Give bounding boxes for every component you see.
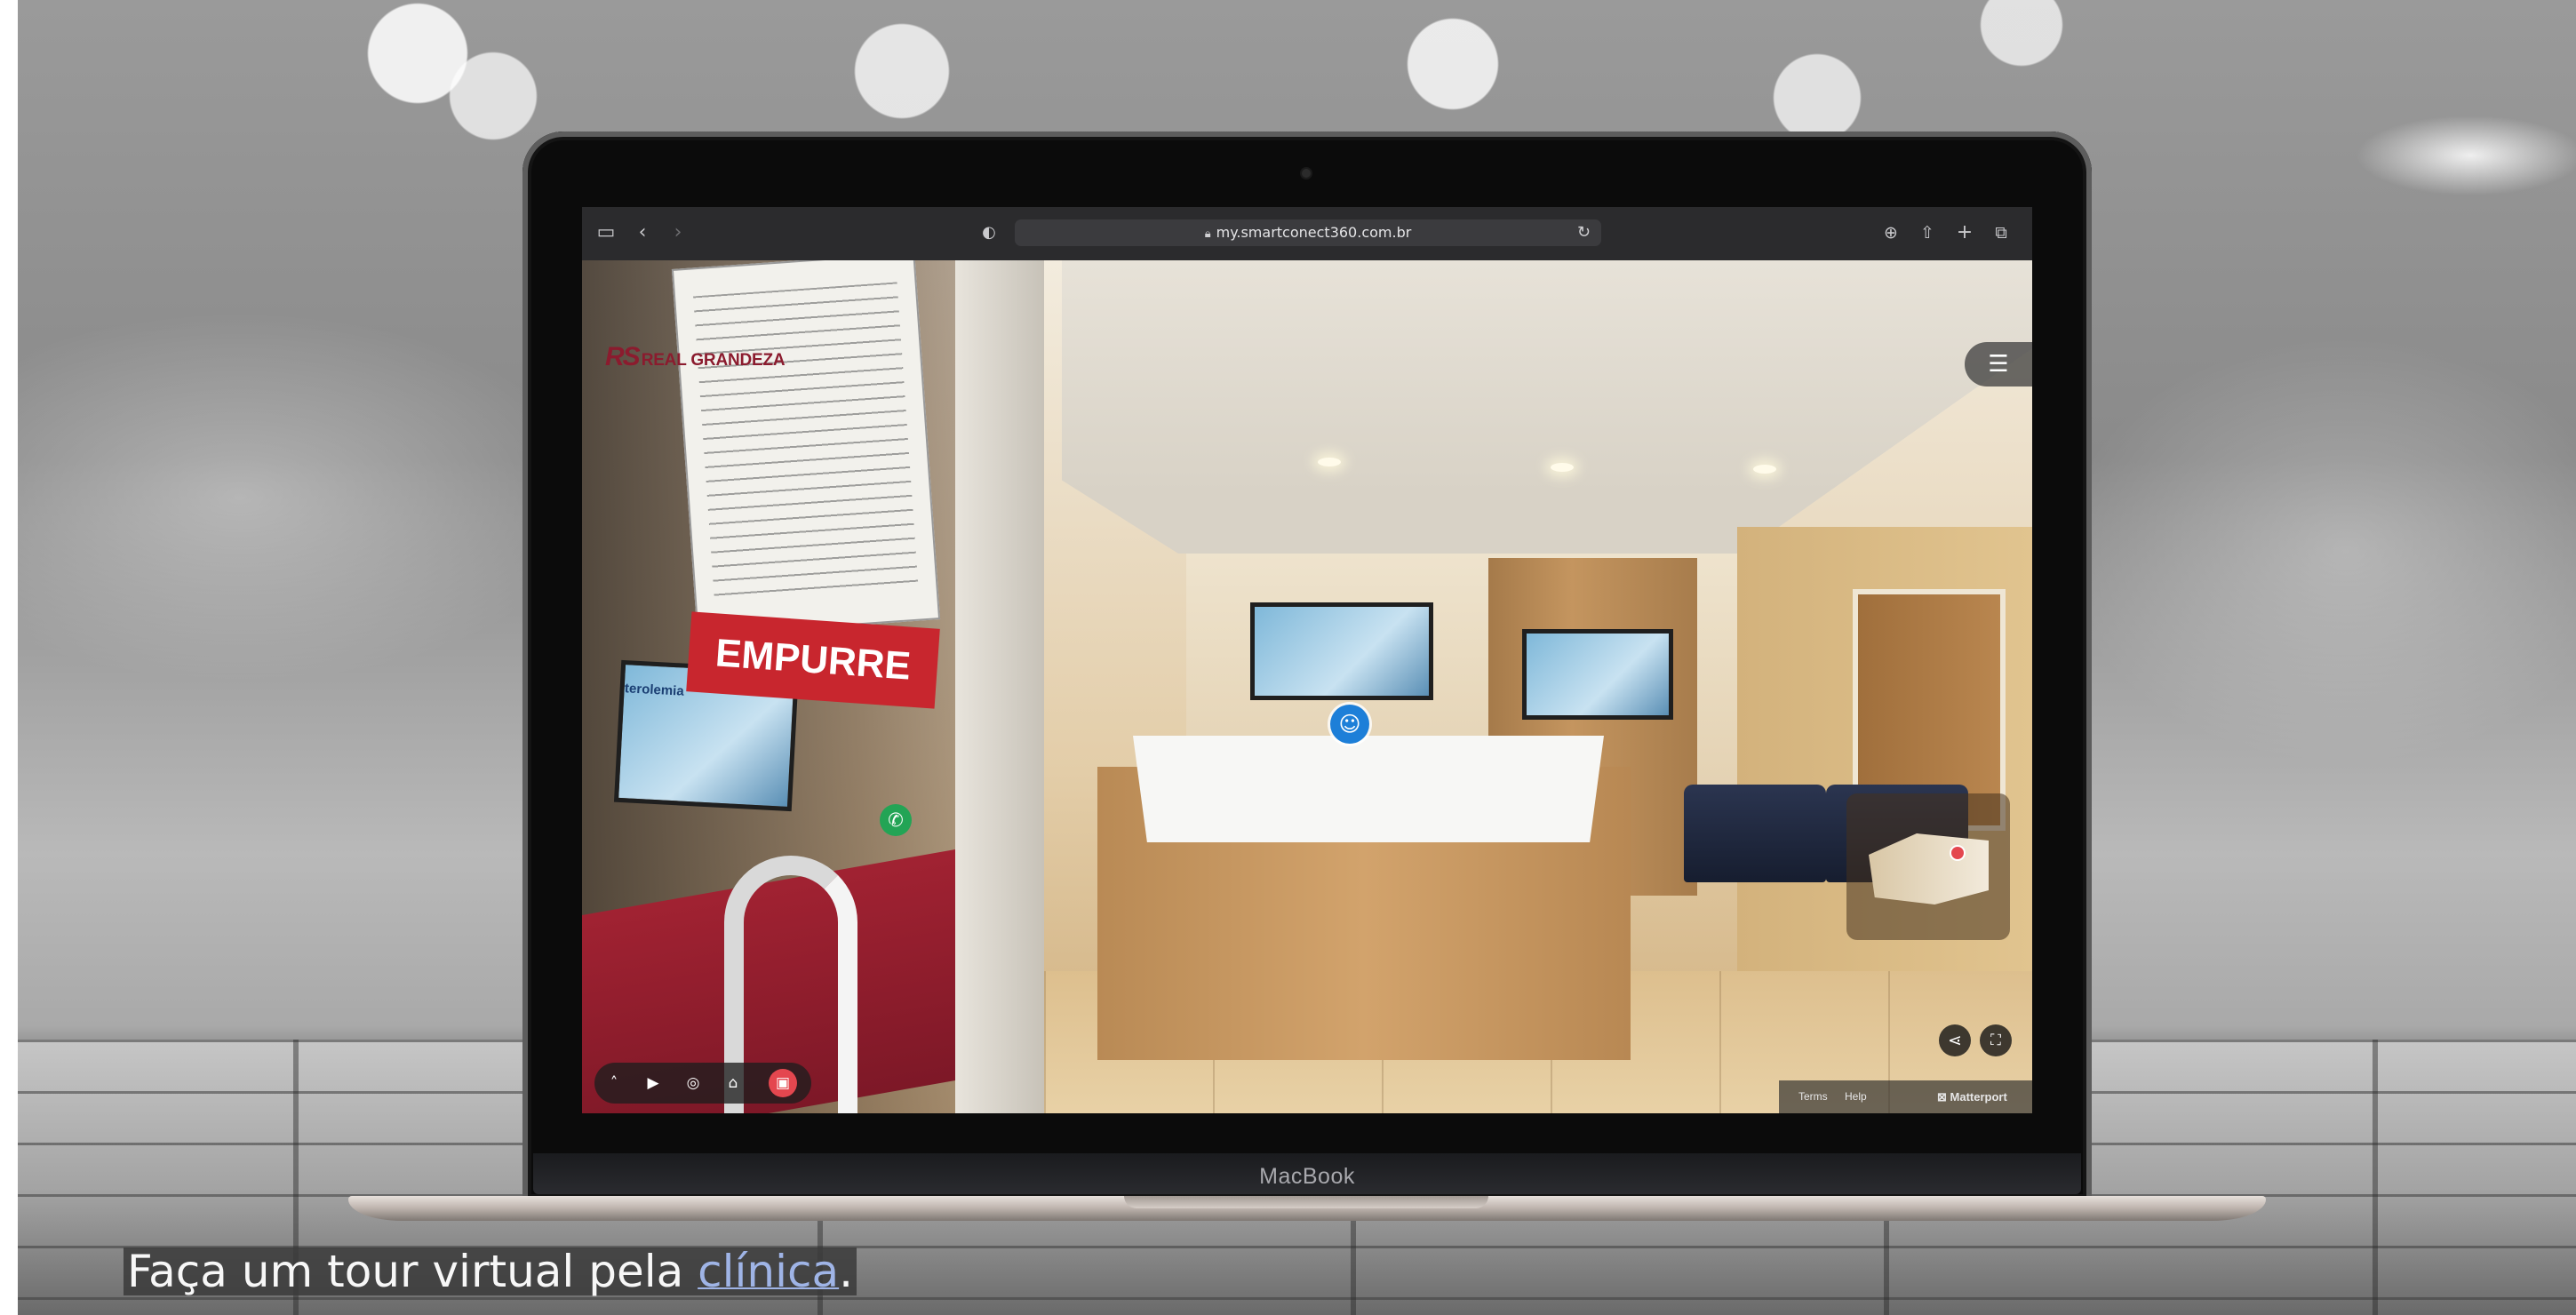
reception-counter-top [1133, 736, 1604, 842]
dollhouse-minimap[interactable] [1846, 793, 2010, 940]
ceiling-light [1753, 465, 1776, 474]
share-icon[interactable]: ⇧ [1916, 221, 1939, 244]
chevron-up-icon[interactable]: ˄ [600, 1069, 628, 1097]
tabs-icon[interactable]: ⧉ [1990, 221, 2013, 244]
url-text: my.smartconect360.com.br [1216, 224, 1412, 241]
forward-icon[interactable]: › [666, 221, 690, 244]
lock-icon: 🔒︎ [1204, 227, 1211, 241]
glass-door-tv-label: terolemia [624, 681, 685, 699]
matterport-label: Matterport [1950, 1090, 2007, 1104]
matterport-brand[interactable]: ⊠ Matterport [1937, 1080, 2007, 1113]
hamburger-menu-icon[interactable]: ☰ [1965, 342, 2032, 387]
address-bar[interactable]: 🔒︎ my.smartconect360.com.br ↻ [1015, 219, 1601, 246]
virtual-tour-viewer[interactable]: terolemia EMPURRE RS REAL GRANDEZA ☰ ✆ ☺ … [582, 260, 2032, 1113]
notice-paper [671, 260, 941, 637]
laptop-brand-label: MacBook [1259, 1164, 1355, 1189]
view-3d-icon[interactable]: ◎ [679, 1069, 707, 1097]
fullscreen-icon[interactable]: ⛶ [1980, 1024, 2012, 1056]
floorplan-icon[interactable]: ⌂ [719, 1069, 747, 1097]
clinic-link[interactable]: clínica [698, 1246, 839, 1297]
wall-tv [1522, 629, 1673, 720]
whatsapp-icon[interactable]: ✆ [880, 804, 912, 836]
webcam [1302, 169, 1311, 178]
tour-footer: Terms Help ⊠ Matterport [1779, 1080, 2032, 1113]
reload-icon[interactable]: ↻ [1577, 219, 1591, 246]
share-icon[interactable]: ⋖ [1939, 1024, 1971, 1056]
ceiling [1062, 260, 2032, 554]
caption-suffix: . [839, 1246, 854, 1297]
back-icon[interactable]: ‹ [631, 221, 654, 244]
ceiling-light [1551, 463, 1574, 472]
caption-text: Faça um tour virtual pela clínica. [124, 1247, 857, 1295]
dollhouse-icon[interactable]: ▣ [769, 1069, 797, 1097]
door-frame [955, 260, 1044, 1113]
minimap-floorplan [1869, 833, 1989, 905]
logo-text: REAL GRANDEZA [641, 351, 786, 370]
play-icon[interactable]: ▶ [639, 1069, 667, 1097]
browser-toolbar: ▭ ‹ › ◐ 🔒︎ my.smartconect360.com.br ↻ ⊕ ⇧… [582, 207, 2032, 261]
download-icon[interactable]: ⊕ [1879, 221, 1902, 244]
terms-link[interactable]: Terms [1798, 1080, 1828, 1113]
laptop-base-notch [1124, 1196, 1488, 1208]
minimap-position-marker [1951, 847, 1964, 859]
tour-toolbar: ˄ ▶ ◎ ⌂ ▣ [594, 1063, 811, 1104]
shield-icon[interactable]: ◐ [977, 221, 1001, 244]
logo-mark: RS [605, 342, 641, 371]
matterport-icon: ⊠ [1937, 1090, 1950, 1104]
attendant-tag-icon[interactable]: ☺ [1330, 705, 1369, 744]
sidebar-icon[interactable]: ▭ [594, 221, 618, 244]
new-tab-icon[interactable]: + [1953, 221, 1976, 244]
wall-tv [1250, 602, 1433, 700]
ceiling-light [1318, 458, 1341, 466]
help-link[interactable]: Help [1845, 1080, 1867, 1113]
laptop-screen: ▭ ‹ › ◐ 🔒︎ my.smartconect360.com.br ↻ ⊕ ⇧… [582, 207, 2032, 1113]
caption-prefix: Faça um tour virtual pela [127, 1246, 698, 1297]
company-logo: RS REAL GRANDEZA [605, 342, 786, 372]
